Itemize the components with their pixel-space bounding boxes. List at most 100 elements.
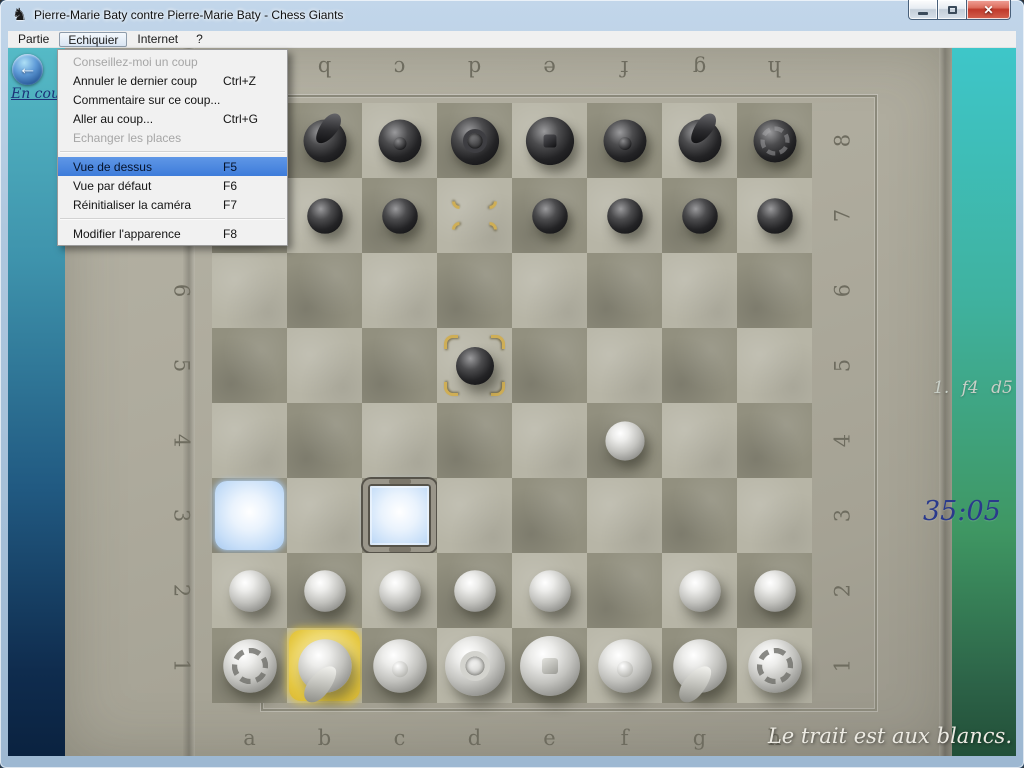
- square-a6[interactable]: [212, 253, 287, 328]
- square-c4[interactable]: [362, 403, 437, 478]
- square-d1[interactable]: [437, 628, 512, 703]
- square-d8[interactable]: [437, 103, 512, 178]
- square-f1[interactable]: [587, 628, 662, 703]
- square-f5[interactable]: [587, 328, 662, 403]
- square-g1[interactable]: [662, 628, 737, 703]
- back-button[interactable]: ←: [12, 54, 43, 85]
- piece-black-pawn[interactable]: [682, 198, 718, 234]
- square-e6[interactable]: [512, 253, 587, 328]
- square-g3[interactable]: [662, 478, 737, 553]
- square-f3[interactable]: [587, 478, 662, 553]
- square-c1[interactable]: [362, 628, 437, 703]
- square-h3[interactable]: [737, 478, 812, 553]
- piece-white-king[interactable]: [520, 636, 580, 696]
- square-b7[interactable]: [287, 178, 362, 253]
- square-e5[interactable]: [512, 328, 587, 403]
- square-a1[interactable]: [212, 628, 287, 703]
- square-d2[interactable]: [437, 553, 512, 628]
- piece-black-pawn[interactable]: [607, 198, 643, 234]
- square-b1[interactable]: [287, 628, 362, 703]
- square-e1[interactable]: [512, 628, 587, 703]
- square-d6[interactable]: [437, 253, 512, 328]
- piece-black-pawn[interactable]: [382, 198, 418, 234]
- square-h2[interactable]: [737, 553, 812, 628]
- close-button[interactable]: ✕: [966, 0, 1011, 20]
- menubar-item-internet[interactable]: Internet: [129, 32, 186, 47]
- piece-white-rook[interactable]: [223, 639, 277, 693]
- piece-white-knight[interactable]: [298, 639, 352, 693]
- minimize-button[interactable]: [908, 0, 938, 20]
- piece-white-pawn[interactable]: [304, 570, 346, 612]
- piece-black-pawn[interactable]: [757, 198, 793, 234]
- square-h4[interactable]: [737, 403, 812, 478]
- piece-white-knight[interactable]: [673, 639, 727, 693]
- square-c3[interactable]: [362, 478, 437, 553]
- piece-white-bishop[interactable]: [598, 639, 652, 693]
- square-d3[interactable]: [437, 478, 512, 553]
- square-h6[interactable]: [737, 253, 812, 328]
- piece-white-queen[interactable]: [445, 636, 505, 696]
- menu-item[interactable]: Vue de dessusF5: [58, 157, 287, 176]
- menu-item[interactable]: Annuler le dernier coupCtrl+Z: [58, 71, 287, 90]
- square-b6[interactable]: [287, 253, 362, 328]
- piece-black-bishop[interactable]: [603, 119, 646, 162]
- square-d7[interactable]: [437, 178, 512, 253]
- maximize-button[interactable]: [938, 0, 966, 20]
- square-b3[interactable]: [287, 478, 362, 553]
- menu-item[interactable]: Modifier l'apparenceF8: [58, 224, 287, 243]
- piece-black-pawn[interactable]: [532, 198, 568, 234]
- piece-black-bishop[interactable]: [378, 119, 421, 162]
- menu-item[interactable]: Commentaire sur ce coup...: [58, 90, 287, 109]
- square-h1[interactable]: [737, 628, 812, 703]
- title-bar[interactable]: ♞ Pierre-Marie Baty contre Pierre-Marie …: [0, 0, 1024, 31]
- piece-white-pawn[interactable]: [229, 570, 271, 612]
- piece-white-pawn[interactable]: [454, 570, 496, 612]
- menu-item[interactable]: Vue par défautF6: [58, 176, 287, 195]
- piece-black-knight[interactable]: [678, 119, 721, 162]
- piece-white-pawn[interactable]: [379, 570, 421, 612]
- piece-white-pawn[interactable]: [679, 570, 721, 612]
- square-b5[interactable]: [287, 328, 362, 403]
- square-c6[interactable]: [362, 253, 437, 328]
- square-a5[interactable]: [212, 328, 287, 403]
- square-e2[interactable]: [512, 553, 587, 628]
- square-g2[interactable]: [662, 553, 737, 628]
- piece-black-king[interactable]: [525, 116, 573, 164]
- square-f4[interactable]: [587, 403, 662, 478]
- square-h8[interactable]: [737, 103, 812, 178]
- square-f2[interactable]: [587, 553, 662, 628]
- square-b2[interactable]: [287, 553, 362, 628]
- menu-item[interactable]: Réinitialiser la caméraF7: [58, 195, 287, 214]
- square-f8[interactable]: [587, 103, 662, 178]
- square-d5[interactable]: [437, 328, 512, 403]
- square-a2[interactable]: [212, 553, 287, 628]
- square-e4[interactable]: [512, 403, 587, 478]
- piece-black-knight[interactable]: [303, 119, 346, 162]
- piece-white-pawn[interactable]: [529, 570, 571, 612]
- menubar-item-?[interactable]: ?: [188, 32, 211, 47]
- square-g7[interactable]: [662, 178, 737, 253]
- piece-black-rook[interactable]: [753, 119, 796, 162]
- piece-white-bishop[interactable]: [373, 639, 427, 693]
- square-h7[interactable]: [737, 178, 812, 253]
- square-c8[interactable]: [362, 103, 437, 178]
- square-a3[interactable]: [212, 478, 287, 553]
- menubar-item-partie[interactable]: Partie: [10, 32, 57, 47]
- piece-white-rook[interactable]: [748, 639, 802, 693]
- piece-black-pawn[interactable]: [456, 347, 494, 385]
- square-g6[interactable]: [662, 253, 737, 328]
- square-g5[interactable]: [662, 328, 737, 403]
- square-h5[interactable]: [737, 328, 812, 403]
- square-e8[interactable]: [512, 103, 587, 178]
- square-c5[interactable]: [362, 328, 437, 403]
- square-g8[interactable]: [662, 103, 737, 178]
- square-d4[interactable]: [437, 403, 512, 478]
- square-e3[interactable]: [512, 478, 587, 553]
- piece-black-pawn[interactable]: [307, 198, 343, 234]
- square-f6[interactable]: [587, 253, 662, 328]
- square-b8[interactable]: [287, 103, 362, 178]
- square-f7[interactable]: [587, 178, 662, 253]
- menubar-item-echiquier[interactable]: Echiquier: [59, 32, 127, 47]
- piece-white-pawn[interactable]: [605, 421, 644, 460]
- menu-item[interactable]: Aller au coup...Ctrl+G: [58, 109, 287, 128]
